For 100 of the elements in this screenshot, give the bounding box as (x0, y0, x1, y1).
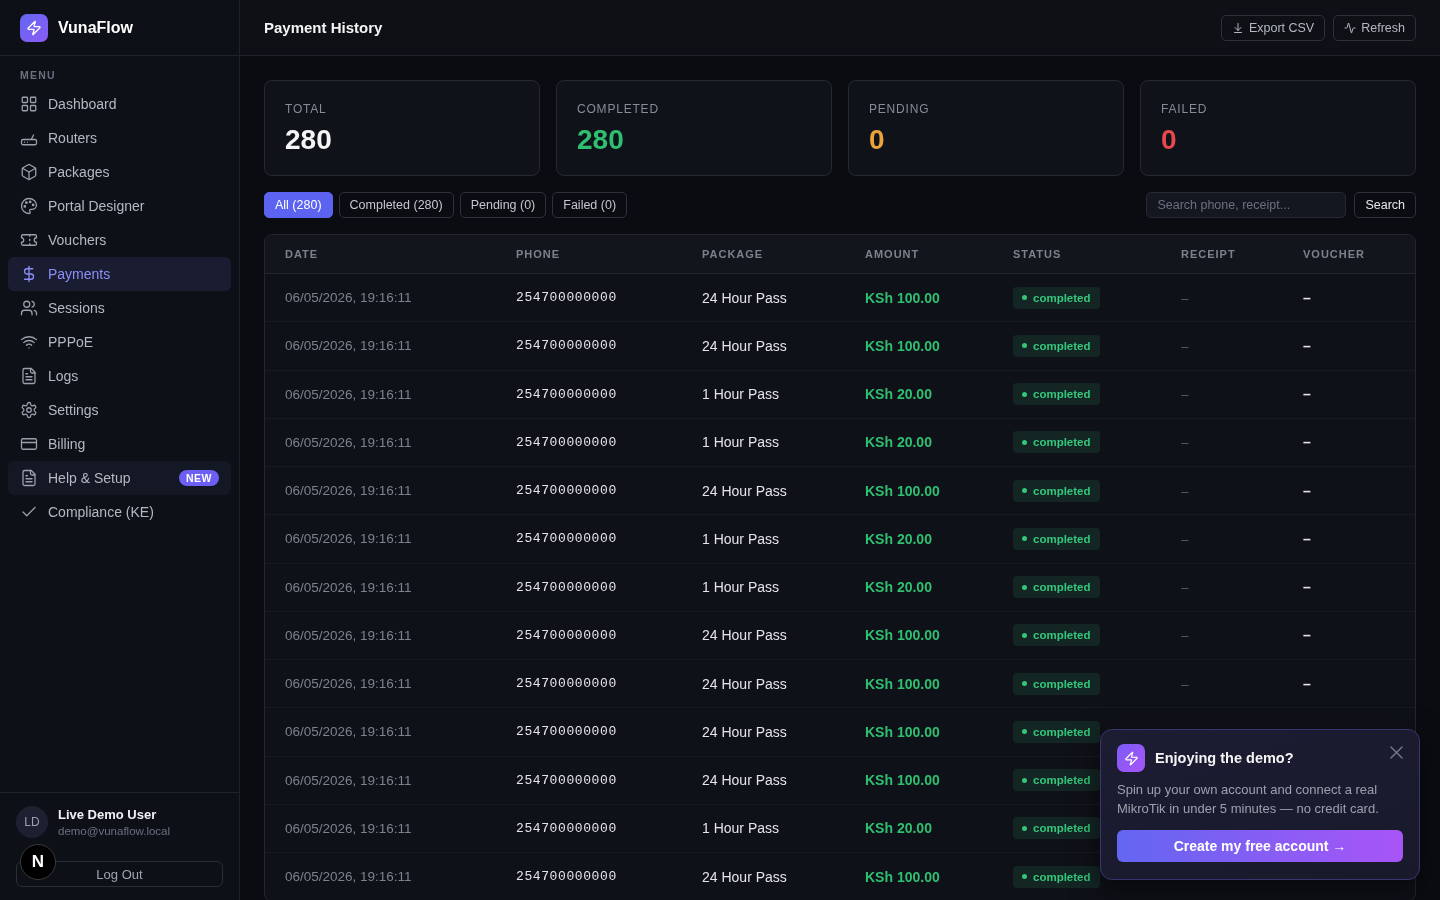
new-badge: NEW (179, 470, 219, 486)
stat-value: 0 (1161, 124, 1177, 156)
table-cell: KSh 20.00 (865, 820, 932, 837)
document-icon (20, 469, 38, 487)
table-cell: – (1181, 482, 1189, 499)
app-name: VunaFlow (58, 18, 133, 37)
table-cell: – (1303, 289, 1311, 306)
sidebar-item[interactable]: Vouchers (8, 223, 231, 257)
sidebar-item[interactable]: Compliance (KE) (8, 495, 231, 529)
filter-tab[interactable]: Completed (280) (338, 192, 454, 218)
table-cell: 06/05/2026, 19:16:11 (285, 579, 412, 595)
column-header: AMOUNT (865, 248, 920, 260)
table-cell: – (1181, 627, 1189, 644)
lightning-icon (1117, 744, 1145, 772)
status-text: completed (1033, 581, 1091, 594)
refresh-button[interactable]: Refresh (1333, 14, 1416, 41)
search-button[interactable]: Search (1354, 192, 1416, 218)
sidebar-item[interactable]: Packages (8, 155, 231, 189)
table-cell: 254700000000 (516, 483, 617, 499)
stat-label: TOTAL (285, 102, 327, 116)
sidebar-item[interactable]: Sessions (8, 291, 231, 325)
table-cell: – (1181, 675, 1189, 692)
table-cell: 1 Hour Pass (702, 579, 780, 596)
table-cell: – (1303, 675, 1311, 692)
status-text: completed (1033, 388, 1091, 401)
stat-value: 0 (869, 124, 885, 156)
filter-tab[interactable]: All (280) (264, 192, 333, 218)
close-button[interactable] (1390, 746, 1403, 759)
table-cell: – (1303, 530, 1311, 547)
cube-icon (20, 163, 38, 181)
user-avatar: LD (16, 806, 48, 838)
sidebar-item[interactable]: Logs (8, 359, 231, 393)
section-label: MENU (20, 68, 56, 82)
status-text: completed (1033, 532, 1091, 545)
stat-label: PENDING (869, 102, 930, 116)
status-text: completed (1033, 436, 1091, 449)
table-cell: 06/05/2026, 19:16:11 (285, 869, 412, 885)
table-cell: 254700000000 (516, 579, 617, 595)
table-cell: 06/05/2026, 19:16:11 (285, 772, 412, 788)
table-cell: KSh 100.00 (865, 627, 940, 644)
status-text: completed (1033, 484, 1091, 497)
status-text: completed (1033, 629, 1091, 642)
user-name: Live Demo User (58, 807, 157, 822)
table-cell: 1 Hour Pass (702, 434, 780, 451)
column-header: VOUCHER (1303, 248, 1365, 260)
document-icon (20, 367, 38, 385)
filter-tab[interactable]: Pending (0) (459, 192, 547, 218)
dev-tools-button[interactable]: N (20, 844, 56, 880)
table-cell: 06/05/2026, 19:16:11 (285, 531, 412, 547)
lightning-logo-icon (20, 13, 48, 42)
sidebar-item[interactable]: Settings (8, 393, 231, 427)
table-cell: 06/05/2026, 19:16:11 (285, 483, 412, 499)
table-cell: 24 Hour Pass (702, 772, 787, 789)
column-header: STATUS (1013, 248, 1062, 260)
table-cell: – (1303, 627, 1311, 644)
table-cell: KSh 20.00 (865, 386, 932, 403)
sidebar-item[interactable]: Billing (8, 427, 231, 461)
sidebar-item[interactable]: PPPoE (8, 325, 231, 359)
sidebar-item[interactable]: Portal Designer (8, 189, 231, 223)
export-button[interactable]: Export CSV (1220, 14, 1326, 41)
table-cell: 24 Hour Pass (702, 723, 787, 740)
users-icon (20, 299, 38, 317)
credit-card-icon (20, 435, 38, 453)
table-cell: 24 Hour Pass (702, 482, 787, 499)
table-cell: – (1181, 289, 1189, 306)
table-cell: – (1303, 337, 1311, 354)
stat-value: 280 (577, 124, 624, 156)
promo-title: Enjoying the demo? (1155, 750, 1294, 766)
table-cell: – (1181, 579, 1189, 596)
sidebar-item[interactable]: Payments (8, 257, 231, 291)
table-cell: 254700000000 (516, 627, 617, 643)
status-text: completed (1033, 774, 1091, 787)
page-title: Payment History (264, 19, 383, 36)
sidebar-item[interactable]: Routers (8, 121, 231, 155)
table-cell: 1 Hour Pass (702, 530, 780, 547)
create-account-button[interactable]: Create my free account → (1117, 830, 1403, 862)
sidebar-item[interactable]: Help & Setup NEW (8, 461, 231, 495)
filter-tab[interactable]: Failed (0) (552, 192, 628, 218)
table-cell: 06/05/2026, 19:16:11 (285, 724, 412, 740)
table-cell: 254700000000 (516, 434, 617, 450)
table-cell: 254700000000 (516, 676, 617, 692)
table-cell: KSh 100.00 (865, 289, 940, 306)
table-cell: 24 Hour Pass (702, 868, 787, 885)
status-text: completed (1033, 870, 1091, 883)
status-text: completed (1033, 725, 1091, 738)
table-cell: 06/05/2026, 19:16:11 (285, 386, 412, 402)
user-email: demo@vunaflow.local (58, 825, 171, 837)
table-cell: 254700000000 (516, 869, 617, 885)
status-text: completed (1033, 291, 1091, 304)
table-cell: 24 Hour Pass (702, 337, 787, 354)
activity-icon (1344, 21, 1357, 34)
search-field[interactable]: Search phone, receipt... (1146, 192, 1347, 218)
table-cell: KSh 100.00 (865, 482, 940, 499)
sidebar-item[interactable]: Dashboard (8, 87, 231, 121)
ticket-icon (20, 231, 38, 249)
table-cell: – (1181, 434, 1189, 451)
gear-icon (20, 401, 38, 419)
table-cell: – (1303, 482, 1311, 499)
table-cell: 06/05/2026, 19:16:11 (285, 820, 412, 836)
table-cell: 254700000000 (516, 820, 617, 836)
